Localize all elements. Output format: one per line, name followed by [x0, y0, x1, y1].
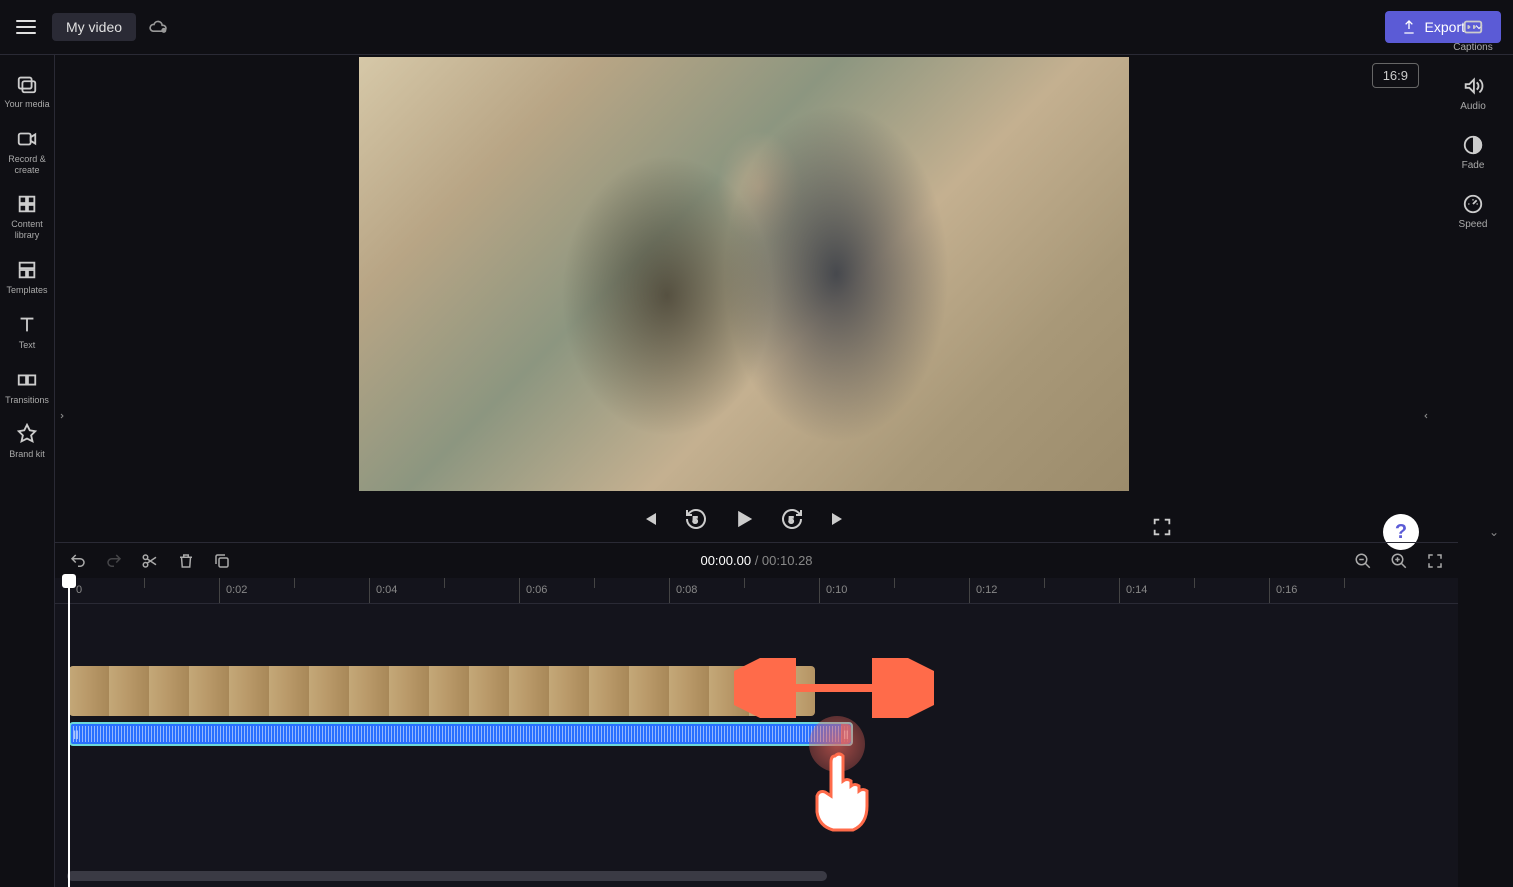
sidebar-item-content-library[interactable]: Content library [2, 185, 52, 249]
skip-forward-button[interactable] [826, 507, 850, 531]
time-separator: / [751, 553, 762, 568]
left-sidebar: Your media Record & create Content libra… [0, 55, 55, 887]
duplicate-button[interactable] [213, 552, 231, 570]
right-item-speed[interactable]: Speed [1438, 183, 1508, 240]
annotation-drag-arrow [734, 658, 934, 718]
tick-label: 0:12 [976, 584, 997, 596]
collapse-properties-button[interactable]: ⌄ [1489, 525, 1499, 539]
tick-label: 0:02 [226, 584, 247, 596]
media-icon [16, 73, 38, 95]
audio-clip[interactable] [69, 722, 853, 746]
sidebar-item-templates[interactable]: Templates [2, 251, 52, 304]
sidebar-item-brand-kit[interactable]: Brand kit [2, 415, 52, 468]
sidebar-label: Content library [4, 219, 50, 241]
right-sidebar: Captions Audio Fade Speed [1433, 0, 1513, 540]
right-item-fade[interactable]: Fade [1438, 124, 1508, 181]
audio-icon [1462, 75, 1484, 97]
total-time: 00:10.28 [762, 553, 813, 568]
right-label: Audio [1460, 101, 1486, 112]
speed-icon [1462, 193, 1484, 215]
brandkit-icon [16, 423, 38, 445]
split-button[interactable] [141, 552, 159, 570]
tracks [55, 604, 1458, 877]
transitions-icon [16, 369, 38, 391]
undo-button[interactable] [69, 552, 87, 570]
video-clip[interactable] [69, 666, 815, 716]
fade-icon [1462, 134, 1484, 156]
aspect-ratio-button[interactable]: 16:9 [1372, 63, 1419, 88]
audio-trim-left-handle[interactable] [71, 724, 81, 744]
sidebar-label: Templates [6, 285, 47, 296]
timeline[interactable]: 0 0:02 0:04 0:06 0:08 0:10 0:12 0:14 0:1… [55, 578, 1458, 887]
timestamp: 00:00.00 / 00:10.28 [700, 553, 812, 568]
sidebar-label: Brand kit [9, 449, 45, 460]
sidebar-item-text[interactable]: Text [2, 306, 52, 359]
current-time: 00:00.00 [700, 553, 751, 568]
tick-label: 0:10 [826, 584, 847, 596]
record-icon [16, 128, 38, 150]
annotation-hand-cursor-icon [805, 746, 875, 836]
cloud-sync-icon[interactable] [148, 17, 168, 37]
tick-label: 0:06 [526, 584, 547, 596]
audio-waveform [73, 726, 849, 742]
tick-label: 0:04 [376, 584, 397, 596]
player-controls: 5 5 [638, 505, 850, 533]
skip-back-button[interactable] [638, 507, 662, 531]
zoom-in-button[interactable] [1390, 552, 1408, 570]
timeline-ruler[interactable]: 0 0:02 0:04 0:06 0:08 0:10 0:12 0:14 0:1… [55, 578, 1458, 604]
right-label: Captions [1453, 42, 1492, 53]
zoom-out-button[interactable] [1354, 552, 1372, 570]
sidebar-label: Record & create [4, 154, 50, 176]
sidebar-label: Your media [4, 99, 49, 110]
scrollbar-thumb[interactable] [67, 871, 827, 881]
timeline-scrollbar[interactable] [55, 871, 1458, 881]
menu-button[interactable] [12, 13, 40, 41]
sidebar-item-your-media[interactable]: Your media [2, 65, 52, 118]
text-icon [16, 314, 38, 336]
right-item-audio[interactable]: Audio [1438, 65, 1508, 122]
preview-area: 16:9 5 5 ? [55, 55, 1433, 540]
zoom-fit-button[interactable] [1426, 552, 1444, 570]
sidebar-item-transitions[interactable]: Transitions [2, 361, 52, 414]
right-label: Fade [1462, 160, 1485, 171]
templates-icon [16, 259, 38, 281]
play-button[interactable] [730, 505, 758, 533]
playhead[interactable] [68, 578, 70, 887]
timeline-toolbar: 00:00.00 / 00:10.28 [55, 542, 1458, 578]
tick-label: 0 [76, 584, 82, 596]
library-icon [16, 193, 38, 215]
svg-text:5: 5 [693, 516, 698, 525]
right-item-captions[interactable]: Captions [1438, 6, 1508, 63]
delete-button[interactable] [177, 552, 195, 570]
svg-text:5: 5 [789, 516, 794, 525]
tick-label: 0:08 [676, 584, 697, 596]
tick-label: 0:16 [1276, 584, 1297, 596]
sidebar-label: Text [19, 340, 36, 351]
sidebar-label: Transitions [5, 395, 49, 406]
video-canvas[interactable] [359, 57, 1129, 491]
right-label: Speed [1459, 219, 1488, 230]
captions-icon [1462, 16, 1484, 38]
topbar: My video Export [0, 0, 1513, 55]
redo-button[interactable] [105, 552, 123, 570]
forward-button[interactable]: 5 [780, 507, 804, 531]
project-name[interactable]: My video [52, 13, 136, 41]
rewind-button[interactable]: 5 [684, 507, 708, 531]
sidebar-item-record-create[interactable]: Record & create [2, 120, 52, 184]
tick-label: 0:14 [1126, 584, 1147, 596]
fullscreen-button[interactable] [1151, 516, 1173, 538]
